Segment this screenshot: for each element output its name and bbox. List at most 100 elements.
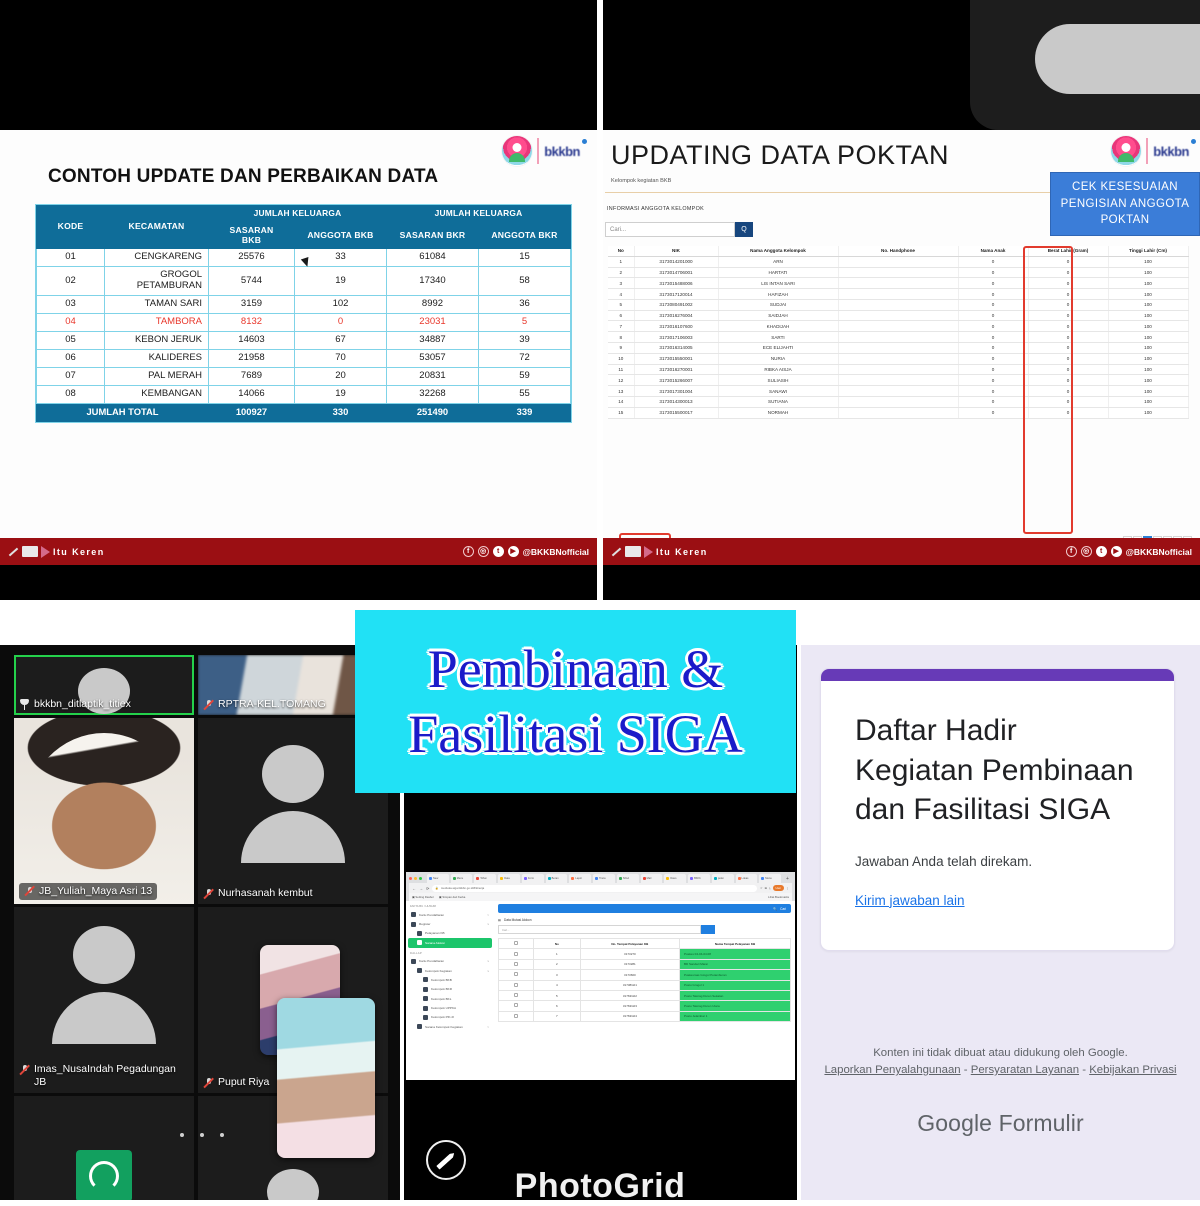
browser-tab[interactable]: Data <box>498 874 520 883</box>
cek-kesesuaian-button[interactable]: CEK KESESUAIAN PENGISIAN ANGGOTA POKTAN <box>1050 172 1200 237</box>
row-checkbox[interactable] <box>514 982 519 987</box>
row-checkbox[interactable] <box>514 951 519 956</box>
sidebar-group-1[interactable]: Kartu Pendaftaran > Register v Pelayanan KB S… <box>408 910 492 948</box>
browser-tab[interactable]: SIGA <box>616 874 639 883</box>
browser-tab[interactable]: Trans <box>593 874 615 883</box>
browser-tab[interactable]: Menu <box>450 874 473 883</box>
checkbox-cell[interactable] <box>497 958 535 971</box>
sidebar-item-kartu-pendaftaran[interactable]: Kartu Pendaftaran v <box>408 957 492 966</box>
row-checkbox[interactable] <box>514 961 519 966</box>
sidebar-item-sarana-kelompok-kegiatan[interactable]: Sarana Kelompok Kegiatan > <box>408 1022 492 1031</box>
checkbox-cell[interactable] <box>497 979 535 991</box>
sasaran-bkb-cell: 8132 <box>208 313 295 333</box>
sidebar-item-kelompok-uppka[interactable]: Kelompok UPPKA <box>408 1003 492 1012</box>
pip-overlay-photo-2[interactable] <box>277 998 375 1158</box>
maximize-icon[interactable] <box>419 877 422 880</box>
page-dot[interactable] <box>200 1133 204 1137</box>
browser-tab[interactable]: Daso <box>664 874 687 883</box>
bookmark-item[interactable]: ▣ Setting Dasbor <box>412 895 434 899</box>
sidebar-item-kelompok-pik-r[interactable]: Kelompok PIK-R <box>408 1013 492 1022</box>
checkbox-cell[interactable] <box>497 1000 535 1012</box>
page-dots[interactable] <box>180 1133 224 1137</box>
checkbox-cell[interactable] <box>497 969 535 981</box>
browser-toolbar-right[interactable]: ☆ ⊞ ⤓ User ⋮ <box>760 885 789 891</box>
cari-button[interactable]: 🔍 Cari <box>498 904 791 913</box>
download-icon[interactable]: ⤓ <box>769 886 770 890</box>
app-sidebar: FAKTA BU / HUSURI Kartu Pendaftaran > Regi… <box>406 901 494 1032</box>
new-tab-icon[interactable]: + <box>783 876 792 882</box>
page-dot[interactable] <box>220 1133 224 1137</box>
tab-favicon <box>618 877 622 880</box>
poktan-berat-cell: 0 <box>1028 267 1109 279</box>
bookmark-items[interactable]: ▣ Setting Dasbor ▣ Simpan dari Kerka <box>412 895 465 899</box>
browser-tab[interactable]: Form <box>521 874 544 883</box>
profile-avatar[interactable]: User <box>772 885 784 891</box>
sidebar-group-2[interactable]: Kartu Pendaftaran v Kelompok Kegiatan v Kelo… <box>408 957 492 1032</box>
chevron-icon[interactable]: > <box>487 913 489 917</box>
mic-off-icon-2 <box>24 886 35 897</box>
table-filter-input[interactable]: Cari... <box>498 925 701 934</box>
page-dot[interactable] <box>180 1133 184 1137</box>
submit-another-response-link[interactable]: Kirim jawaban lain <box>855 893 965 908</box>
sidebar-item-kelompok-bkl[interactable]: Kelompok BKL <box>408 994 492 1003</box>
sidebar-item-kelompok-bkb[interactable]: Kelompok BKB <box>408 975 492 984</box>
select-all-checkbox[interactable] <box>514 941 519 946</box>
video-tile-jb-yuliah[interactable]: JB_Yuliah_Maya Asri 13 <box>14 718 194 904</box>
total-anggota-bkb: 330 <box>294 402 387 422</box>
row-checkbox[interactable] <box>514 993 519 998</box>
report-abuse-link[interactable]: Laporkan Penyalahgunaan <box>824 1064 960 1076</box>
browser-tab[interactable]: Lapor <box>569 874 592 883</box>
sasaran-bkb-cell: 21958 <box>208 348 295 368</box>
checkbox-cell[interactable] <box>497 948 535 960</box>
nav-buttons[interactable]: ← → ⟳ <box>412 886 429 891</box>
browser-tab[interactable]: Beran <box>545 874 568 883</box>
video-tile-bkkbn-ditlaptik[interactable]: bkkbn_ditlaptik_titiex <box>14 655 194 715</box>
browser-tab[interactable]: Mail <box>640 874 663 883</box>
poktan-anak-cell: 0 <box>958 353 1029 365</box>
nama-cell: Postu Jelambar 1 <box>679 1010 791 1023</box>
window-controls[interactable] <box>409 877 422 880</box>
sidebar-item-pelayanan-kb[interactable]: Pelayanan KB <box>408 929 492 938</box>
sidebar-item-kartu-pendaftaran[interactable]: Kartu Pendaftaran > <box>408 910 492 919</box>
poktan-nik-cell: 3173014706001 <box>634 267 719 279</box>
checkbox-cell[interactable] <box>497 1010 535 1023</box>
sidebar-item-kelompok-bkr[interactable]: Kelompok BKR <box>408 985 492 994</box>
video-tile-imas-nusaindah[interactable]: Imas_NusaIndah Pegadungan JB <box>14 907 194 1093</box>
address-bar[interactable]: 🔒 merdeka-siga.bkkbn.go.id/#/kinerja <box>432 884 757 892</box>
browser-tab[interactable]: New <box>427 874 449 883</box>
row-checkbox[interactable] <box>514 972 519 977</box>
all-bookmarks-button[interactable]: Lihat Bookmarks <box>768 895 789 899</box>
browser-tab[interactable]: BKKb <box>688 874 710 883</box>
bookmark-item[interactable]: ▣ Simpan dari Kerka <box>439 895 465 899</box>
poktan-search-input[interactable]: Cari... <box>605 222 735 237</box>
extensions-icon[interactable]: ⊞ <box>765 886 768 890</box>
browser-tab[interactable]: pelat <box>711 874 734 883</box>
sidebar-item-kelompok-kegiatan[interactable]: Kelompok Kegiatan v <box>408 966 492 975</box>
reload-icon[interactable]: ⟳ <box>426 886 429 891</box>
browser-tab[interactable]: Lokas <box>735 874 758 883</box>
browser-tab[interactable]: What <box>474 874 497 883</box>
star-icon[interactable]: ☆ <box>760 886 763 890</box>
terms-of-service-link[interactable]: Persyaratan Layanan <box>971 1064 1079 1076</box>
poktan-search-button[interactable]: Q <box>735 222 753 237</box>
browser-tab-strip[interactable]: New Menu What Data Form Beran Lapor Trans SIGA Ma… <box>409 874 792 883</box>
browser-tab[interactable]: Menu <box>759 874 782 883</box>
row-checkbox[interactable] <box>514 1003 519 1008</box>
sidebar-item-register[interactable]: Register v <box>408 919 492 928</box>
chevron-icon[interactable]: v <box>488 969 490 973</box>
form-footer-links[interactable]: Laporkan Penyalahgunaan - Persyaratan La… <box>823 1062 1178 1079</box>
row-checkbox[interactable] <box>514 1013 519 1018</box>
checkbox-cell[interactable] <box>497 989 535 1002</box>
close-icon[interactable] <box>409 877 412 880</box>
footer-slogan: Itu Keren <box>8 545 105 558</box>
minimize-icon[interactable] <box>414 877 417 880</box>
back-icon[interactable]: ← <box>412 886 416 891</box>
chevron-icon[interactable]: v <box>488 922 490 926</box>
sidebar-item-sarana-alokon[interactable]: Sarana Alokon <box>408 938 492 948</box>
chevron-icon[interactable]: v <box>488 959 490 963</box>
menu-icon[interactable]: ⋮ <box>786 886 789 890</box>
forward-icon[interactable]: → <box>419 886 423 891</box>
privacy-policy-link[interactable]: Kebijakan Privasi <box>1089 1064 1176 1076</box>
table-filter-button[interactable] <box>700 925 715 934</box>
chevron-icon[interactable]: > <box>487 1025 489 1029</box>
